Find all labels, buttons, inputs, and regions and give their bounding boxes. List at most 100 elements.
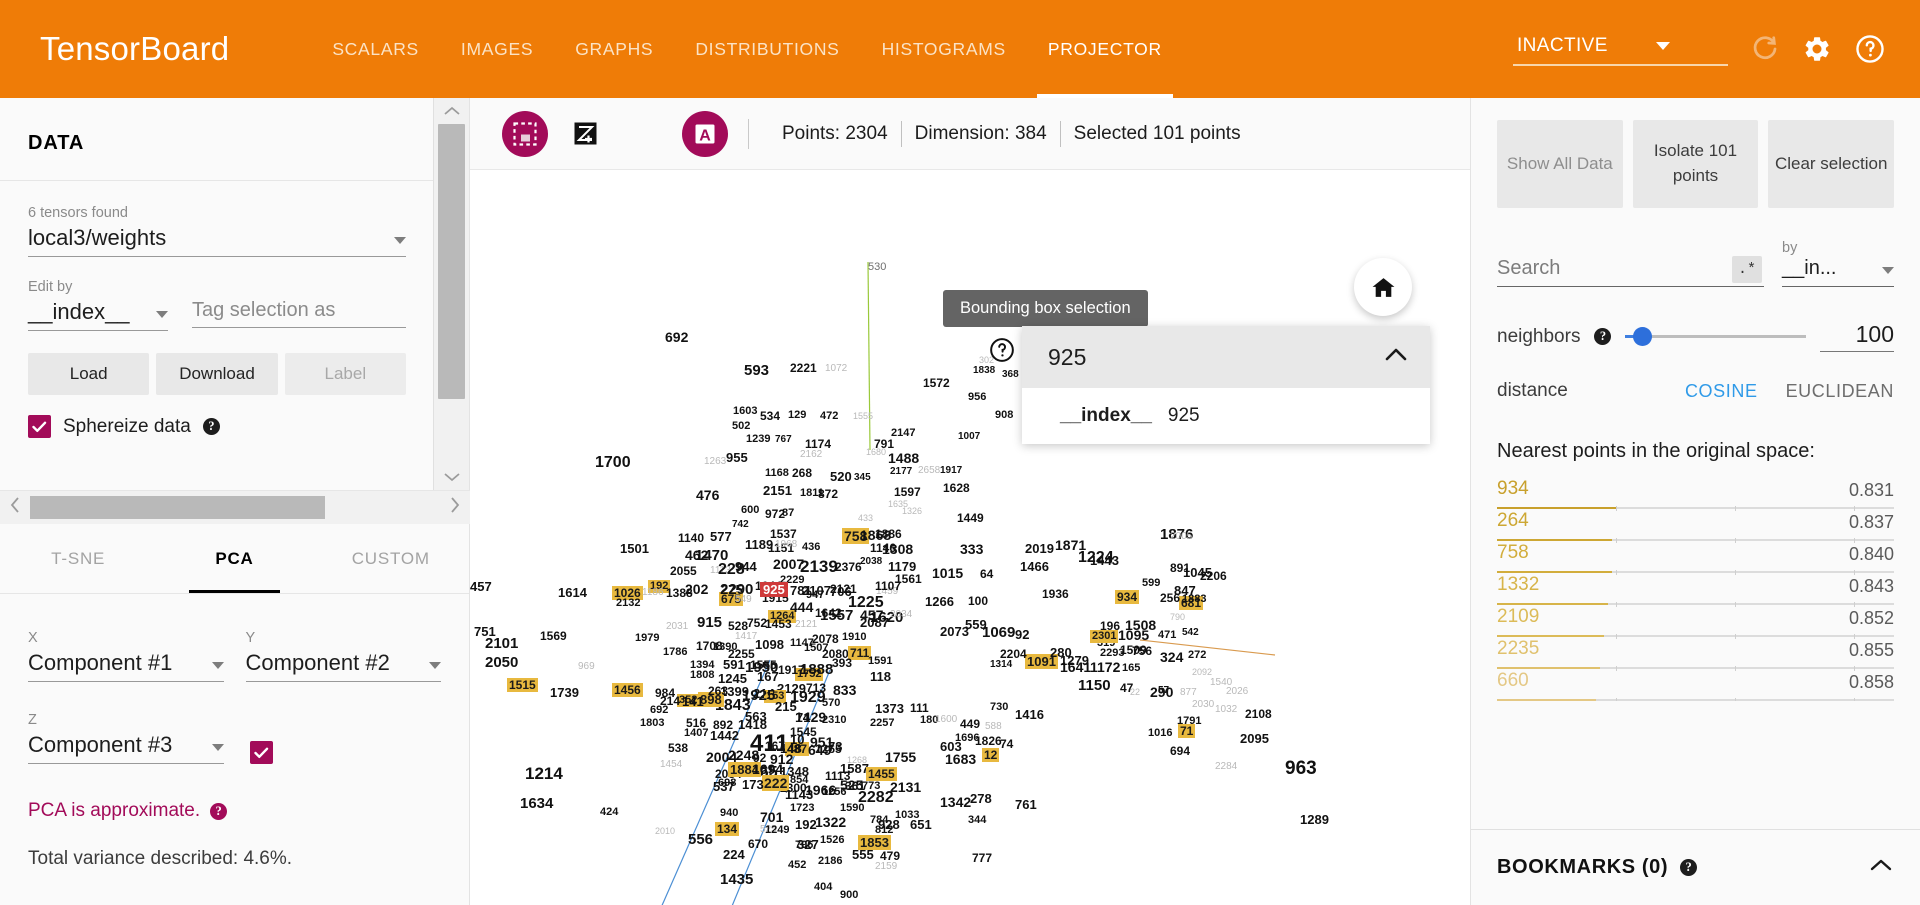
nav-item-distributions[interactable]: DISTRIBUTIONS [674,0,860,98]
scatter-point-label[interactable]: 588 [985,722,1002,732]
scatter-point-label[interactable]: 1189 [745,538,773,551]
scatter-point-label[interactable]: 224 [723,848,745,861]
scatter-point-label[interactable]: 872 [818,488,838,500]
tab-pca[interactable]: PCA [156,524,312,593]
scatter-point-label[interactable]: 1723 [790,803,814,814]
scatter-point-label[interactable]: 393 [832,657,852,669]
scatter-point-label[interactable]: 1526 [820,835,844,846]
scatter-point-label[interactable]: 148 [780,742,802,755]
pca-y-select[interactable]: Component #2 [245,650,441,682]
reset-view-button[interactable] [1354,258,1412,316]
scatter-point-label[interactable]: 1435 [720,872,753,887]
refresh-icon[interactable] [1750,34,1780,64]
scatter-point-label[interactable]: 1429 [795,710,826,724]
projector-help-icon[interactable] [988,336,1016,369]
scatter-point-label[interactable]: 472 [820,411,838,422]
show-all-data-button[interactable]: Show All Data [1497,120,1623,208]
scatter-point-label[interactable]: 173 [742,778,764,791]
scatter-point-label[interactable]: 1016 [1148,728,1172,739]
scatter-point-label[interactable]: 538 [668,742,688,754]
scatter-point-label[interactable]: 1416 [1015,708,1044,721]
scatter-point-label[interactable]: 129 [788,410,806,421]
slider-knob[interactable] [1633,327,1653,346]
scatter-point-label[interactable]: 534 [760,410,780,422]
scatter-point-label[interactable]: 600 [741,505,759,516]
scatter-point-label[interactable]: 2139 [800,558,838,575]
nearest-point-row[interactable]: 2109 0.852 [1497,605,1894,639]
bookmarks-section[interactable]: BOOKMARKS (0) ? [1471,829,1920,905]
scatter-point-label[interactable]: 202 [685,582,708,596]
scatter-point-label[interactable]: 694 [1170,745,1190,757]
scatter-point-label[interactable]: 1072 [825,364,847,374]
scatter-point-label[interactable]: 2121 [795,620,817,630]
scatter-point-label[interactable]: 1442 [710,729,739,742]
scatter-point-label[interactable]: 1755 [885,750,916,764]
scatter-point-label[interactable]: 1289 [1300,813,1329,826]
scatter-point-label[interactable]: 1140 [678,532,704,544]
scatter-point-label[interactable]: 1537 [770,528,797,540]
scatter-point-label[interactable]: 591 [723,658,745,671]
scatter-point-label[interactable]: 542 [1182,628,1199,638]
distance-option-cosine[interactable]: COSINE [1685,381,1758,402]
scatter-point-label[interactable]: 449 [960,718,980,730]
nav-item-images[interactable]: IMAGES [440,0,554,98]
scatter-point-label[interactable]: 1186 [642,588,664,598]
scatter-point-label[interactable]: 1569 [540,630,567,642]
scatter-point-label[interactable]: 1501 [620,542,649,555]
scatter-point-label[interactable]: 559 [965,618,987,631]
pca-approximate-help-icon[interactable]: ? [210,802,228,820]
scatter-point-label[interactable]: 698 [718,778,736,789]
scatter-point-label[interactable]: 1557 [820,608,853,623]
scatter-point-label[interactable]: 756 [1132,645,1152,657]
scatter-point-label[interactable]: 1917 [940,466,962,476]
left-panel-vertical-scrollbar[interactable] [433,98,469,490]
scatter-point-label[interactable]: 2030 [1192,700,1214,710]
help-icon[interactable] [1854,33,1886,65]
regex-toggle-button[interactable]: .* [1732,256,1762,283]
scatter-point-label[interactable]: 1449 [957,512,984,524]
scatter-point-label[interactable]: 1868 [860,528,891,542]
scatter-point-label[interactable]: 692 [665,330,688,344]
scatter-point-label[interactable]: 790 [1170,613,1185,622]
scatter-point-label[interactable]: 280 [1050,646,1072,659]
scatter-point-label[interactable]: 2034 [890,610,912,620]
scatter-point-label[interactable]: 74 [1000,738,1013,750]
scatter-point-label[interactable]: 1417 [735,632,757,642]
scatter-point-label[interactable]: 457 [860,608,883,622]
scatter-point-label[interactable]: 2186 [818,856,842,867]
nav-item-projector[interactable]: PROJECTOR [1027,0,1183,98]
scatter-point-label[interactable]: 192 [795,818,817,831]
scroll-right-icon[interactable] [440,496,470,519]
distance-option-euclidean[interactable]: EUCLIDEAN [1786,381,1894,402]
scatter-point-label[interactable]: 2162 [800,450,822,460]
scatter-point-label[interactable]: 256 [1160,592,1180,604]
scatter-point-label[interactable]: 900 [840,890,858,901]
scatter-point-label[interactable]: 1968 [775,540,797,550]
scatter-point-label[interactable]: 751 [474,625,496,638]
scatter-point-label[interactable]: 1808 [690,670,714,681]
scatter-point-label[interactable]: 1172 [1090,660,1120,674]
hover-card-header[interactable]: 925 [1022,326,1430,388]
scatter-point-label[interactable]: 228 [718,562,745,578]
scatter-plot[interactable]: 5306921970593222110723021838368157211319… [470,170,1470,905]
scatter-point-label[interactable]: 969 [578,662,595,672]
scatter-point-label[interactable]: 73 [828,740,842,753]
scatter-point-label[interactable]: 1929 [790,690,826,706]
scatter-point-label[interactable]: 268 [792,467,812,479]
scatter-point-label[interactable]: 742 [732,520,749,530]
pca-3d-checkbox[interactable] [250,741,273,764]
scatter-point-label[interactable]: 1032 [1215,705,1237,715]
scatter-point-label[interactable]: 1263 [704,457,726,467]
nearest-point-row[interactable]: 2235 0.855 [1497,637,1894,671]
scatter-point-label[interactable]: 1454 [660,760,682,770]
scatter-point-label[interactable]: 2107 [802,584,831,597]
scatter-point-label[interactable]: 2038 [860,557,882,567]
scatter-point-label[interactable]: 324 [1160,650,1183,664]
nearest-point-row[interactable]: 934 0.831 [1497,477,1894,511]
scatter-point-label[interactable]: 1466 [1020,560,1049,573]
neighbors-slider[interactable] [1625,327,1806,347]
scatter-point-label[interactable]: 1786 [663,647,687,658]
scatter-point-label[interactable]: 1508 [1125,618,1156,632]
scatter-point-label[interactable]: 2159 [875,862,897,872]
scroll-track[interactable] [434,124,469,464]
